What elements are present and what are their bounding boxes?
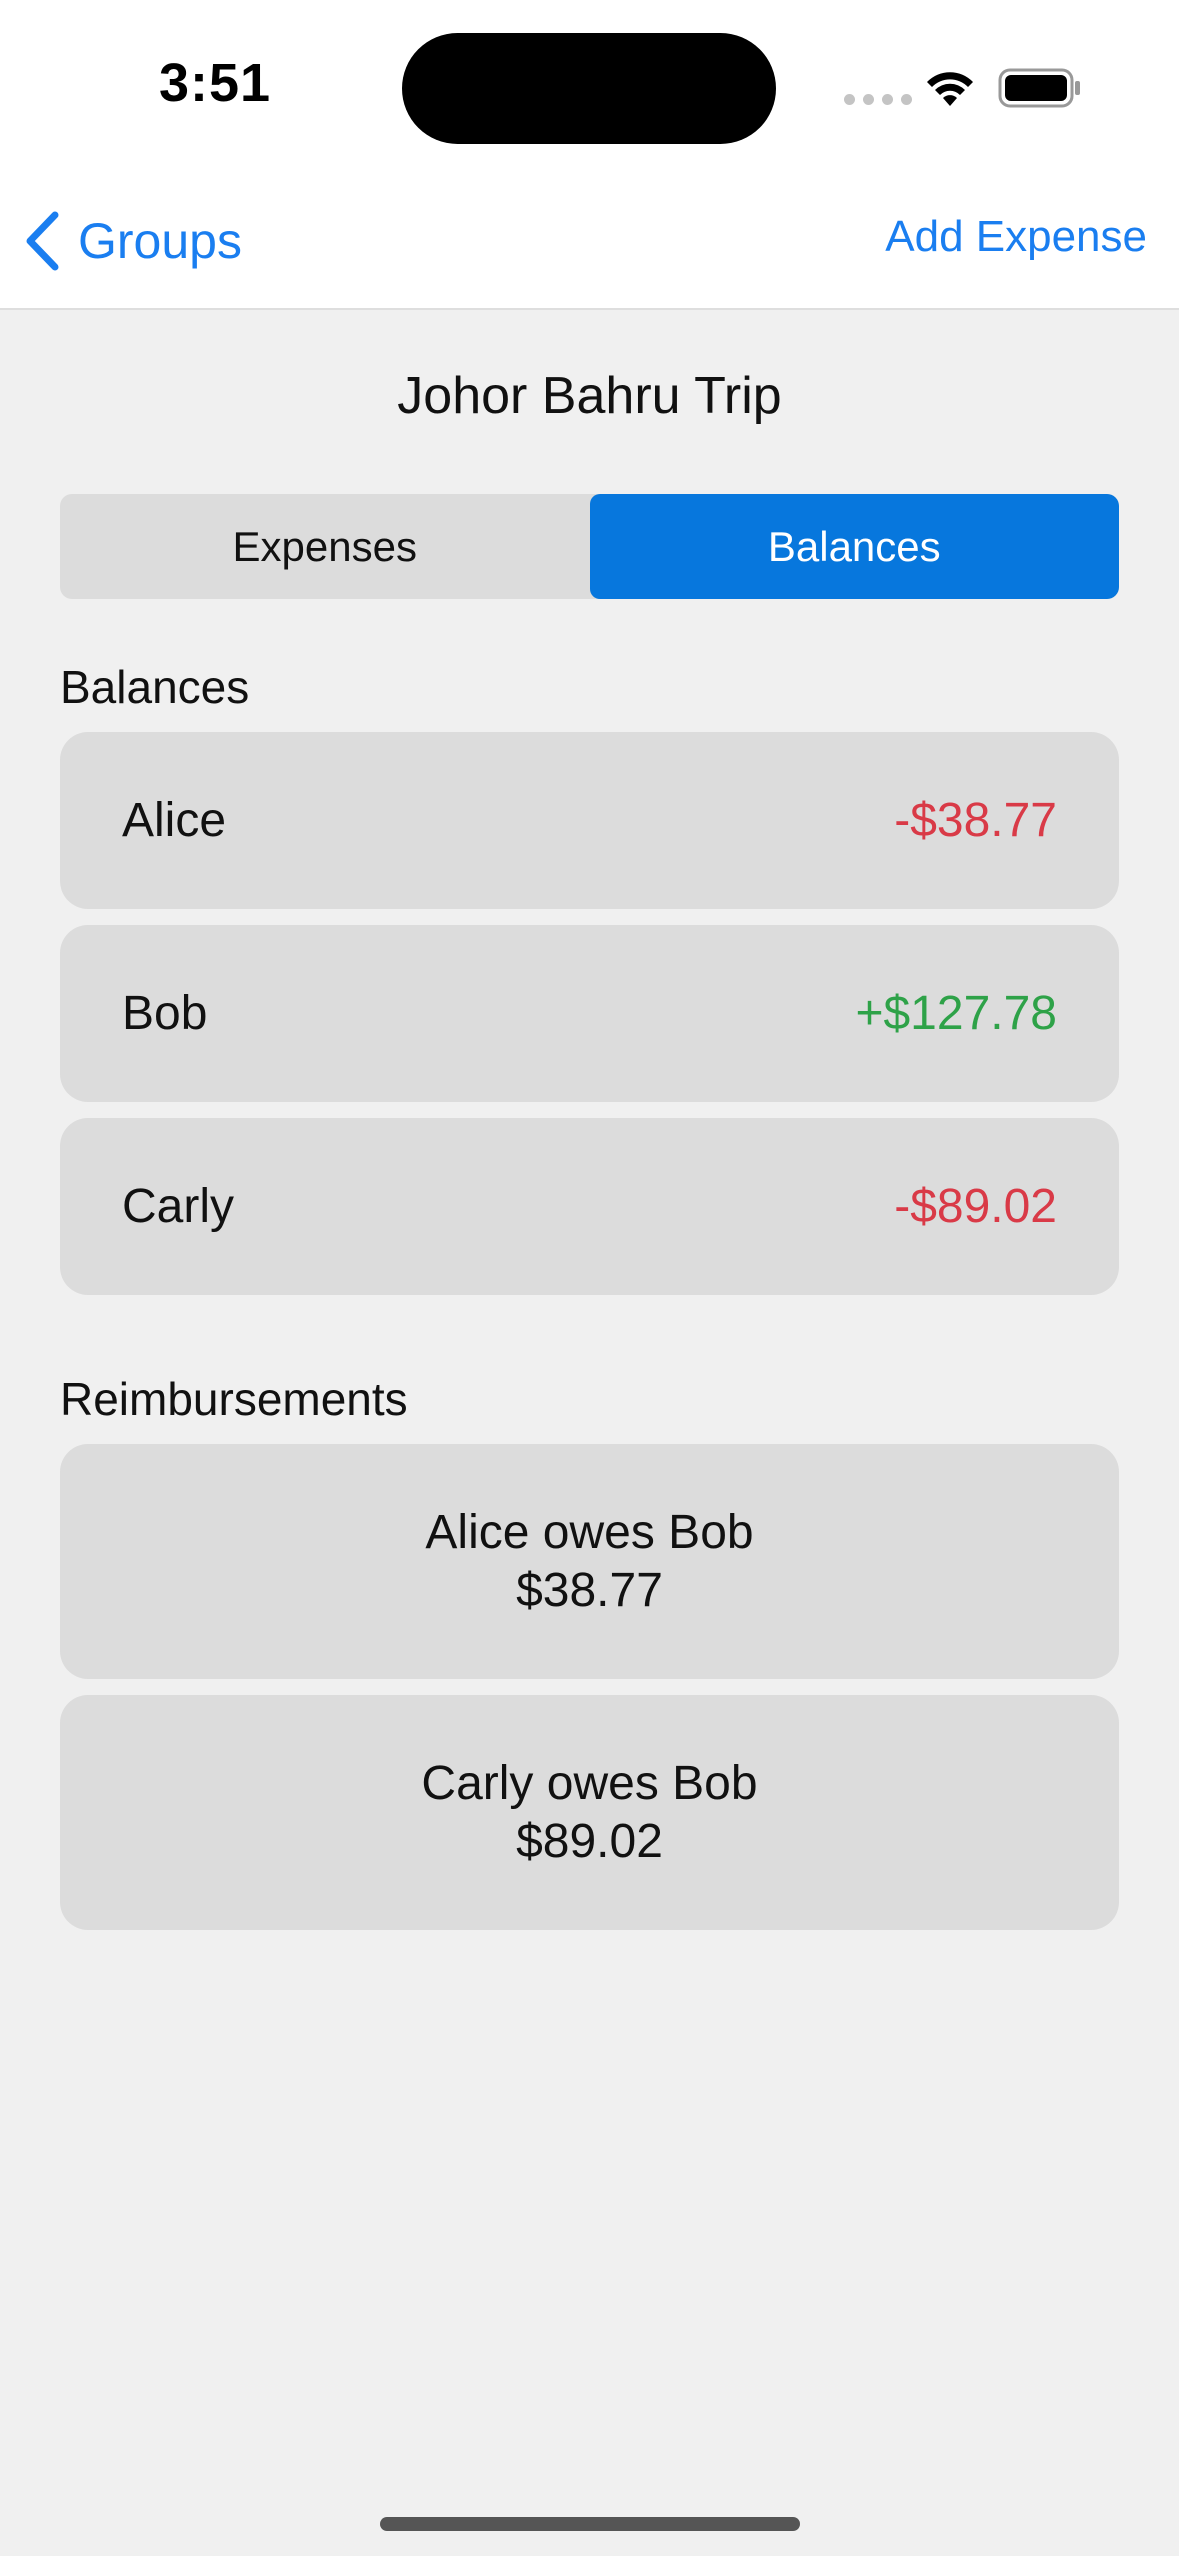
dynamic-island — [402, 33, 776, 144]
home-indicator[interactable] — [380, 2517, 800, 2531]
reimbursement-amount: $89.02 — [516, 1814, 663, 1868]
balance-row: Alice -$38.77 — [60, 732, 1119, 909]
balance-row: Carly -$89.02 — [60, 1118, 1119, 1295]
balance-row: Bob +$127.78 — [60, 925, 1119, 1102]
balance-name: Alice — [122, 794, 227, 847]
tab-expenses[interactable]: Expenses — [60, 494, 590, 599]
reimbursement-text: Alice owes Bob — [425, 1505, 754, 1559]
chevron-left-icon — [26, 211, 59, 271]
status-bar: 3:51 — [0, 0, 1179, 176]
tab-balances[interactable]: Balances — [589, 494, 1119, 599]
status-time: 3:51 — [158, 53, 272, 113]
page-title: Johor Bahru Trip — [397, 367, 782, 425]
back-button[interactable]: Groups — [22, 206, 242, 276]
reimbursement-amount: $38.77 — [516, 1563, 663, 1617]
balance-amount: +$127.78 — [855, 987, 1057, 1040]
balance-name: Carly — [122, 1180, 235, 1233]
balance-amount: -$38.77 — [894, 794, 1057, 847]
balances-section-title: Balances — [60, 661, 250, 713]
battery-icon — [998, 68, 1080, 108]
reimbursement-card: Alice owes Bob $38.77 — [60, 1444, 1119, 1679]
back-button-label: Groups — [78, 213, 242, 269]
reimbursement-text: Carly owes Bob — [421, 1756, 758, 1810]
reimbursement-card: Carly owes Bob $89.02 — [60, 1695, 1119, 1930]
reimbursements-section-title: Reimbursements — [60, 1373, 408, 1425]
segmented-control: Expenses Balances — [60, 494, 1119, 599]
navigation-bar: Groups Add Expense — [0, 176, 1179, 310]
balance-name: Bob — [122, 987, 208, 1040]
cellular-signal-icon — [844, 94, 912, 105]
balance-amount: -$89.02 — [894, 1180, 1057, 1233]
wifi-icon — [927, 72, 973, 106]
add-expense-button[interactable]: Add Expense — [885, 212, 1147, 262]
